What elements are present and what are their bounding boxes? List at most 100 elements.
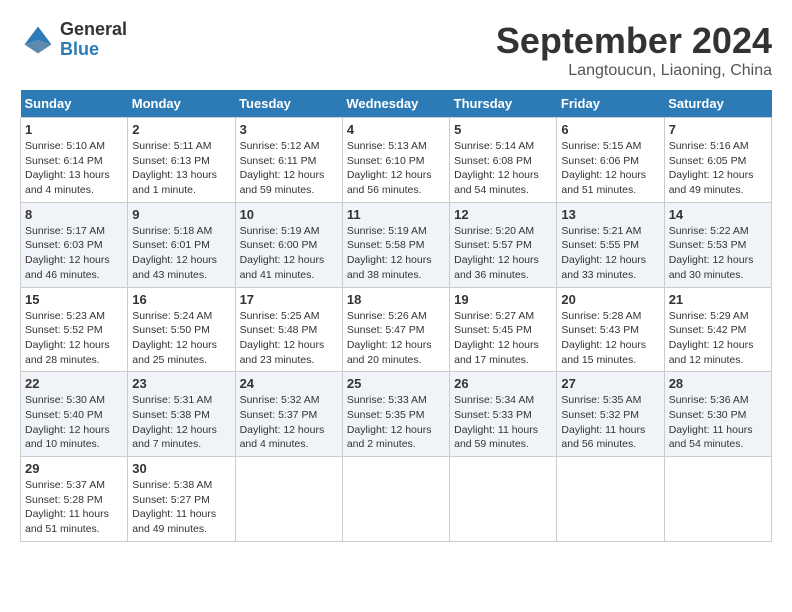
day-number: 26 bbox=[454, 376, 552, 391]
day-number: 30 bbox=[132, 461, 230, 476]
logo-blue-text: Blue bbox=[60, 40, 127, 60]
calendar-cell: 25 Sunrise: 5:33 AM Sunset: 5:35 PM Dayli… bbox=[342, 372, 449, 457]
day-number: 4 bbox=[347, 122, 445, 137]
logo-general-text: General bbox=[60, 20, 127, 40]
day-info: Sunrise: 5:28 AM Sunset: 5:43 PM Dayligh… bbox=[561, 309, 659, 368]
day-number: 20 bbox=[561, 292, 659, 307]
day-number: 7 bbox=[669, 122, 767, 137]
calendar-cell: 17 Sunrise: 5:25 AM Sunset: 5:48 PM Dayli… bbox=[235, 287, 342, 372]
day-number: 23 bbox=[132, 376, 230, 391]
day-info: Sunrise: 5:20 AM Sunset: 5:57 PM Dayligh… bbox=[454, 224, 552, 283]
title-block: September 2024 Langtoucun, Liaoning, Chi… bbox=[496, 20, 772, 80]
day-number: 24 bbox=[240, 376, 338, 391]
page-header: General Blue September 2024 Langtoucun, … bbox=[20, 20, 772, 80]
logo: General Blue bbox=[20, 20, 127, 60]
day-info: Sunrise: 5:23 AM Sunset: 5:52 PM Dayligh… bbox=[25, 309, 123, 368]
calendar-cell: 3 Sunrise: 5:12 AM Sunset: 6:11 PM Daylig… bbox=[235, 118, 342, 203]
logo-text: General Blue bbox=[60, 20, 127, 60]
calendar-cell bbox=[557, 457, 664, 542]
day-info: Sunrise: 5:33 AM Sunset: 5:35 PM Dayligh… bbox=[347, 393, 445, 452]
day-info: Sunrise: 5:16 AM Sunset: 6:05 PM Dayligh… bbox=[669, 139, 767, 198]
calendar-week-row: 8Sunrise: 5:17 AM Sunset: 6:03 PM Daylig… bbox=[21, 202, 772, 287]
calendar-cell: 8Sunrise: 5:17 AM Sunset: 6:03 PM Daylig… bbox=[21, 202, 128, 287]
day-number: 5 bbox=[454, 122, 552, 137]
day-number: 18 bbox=[347, 292, 445, 307]
calendar-cell: 16 Sunrise: 5:24 AM Sunset: 5:50 PM Dayli… bbox=[128, 287, 235, 372]
calendar-table: SundayMondayTuesdayWednesdayThursdayFrid… bbox=[20, 90, 772, 542]
day-number: 25 bbox=[347, 376, 445, 391]
weekday-header: Saturday bbox=[664, 90, 771, 118]
calendar-week-row: 1Sunrise: 5:10 AM Sunset: 6:14 PM Daylig… bbox=[21, 118, 772, 203]
day-info: Sunrise: 5:12 AM Sunset: 6:11 PM Dayligh… bbox=[240, 139, 338, 198]
day-number: 19 bbox=[454, 292, 552, 307]
day-info: Sunrise: 5:37 AM Sunset: 5:28 PM Dayligh… bbox=[25, 478, 123, 537]
day-number: 13 bbox=[561, 207, 659, 222]
day-number: 29 bbox=[25, 461, 123, 476]
day-number: 1 bbox=[25, 122, 123, 137]
calendar-cell: 27 Sunrise: 5:35 AM Sunset: 5:32 PM Dayli… bbox=[557, 372, 664, 457]
calendar-cell: 5 Sunrise: 5:14 AM Sunset: 6:08 PM Daylig… bbox=[450, 118, 557, 203]
day-info: Sunrise: 5:13 AM Sunset: 6:10 PM Dayligh… bbox=[347, 139, 445, 198]
weekday-header: Monday bbox=[128, 90, 235, 118]
calendar-cell: 11Sunrise: 5:19 AM Sunset: 5:58 PM Dayli… bbox=[342, 202, 449, 287]
calendar-cell: 14Sunrise: 5:22 AM Sunset: 5:53 PM Dayli… bbox=[664, 202, 771, 287]
day-number: 9 bbox=[132, 207, 230, 222]
day-number: 3 bbox=[240, 122, 338, 137]
calendar-cell: 30 Sunrise: 5:38 AM Sunset: 5:27 PM Dayli… bbox=[128, 457, 235, 542]
day-info: Sunrise: 5:27 AM Sunset: 5:45 PM Dayligh… bbox=[454, 309, 552, 368]
day-number: 22 bbox=[25, 376, 123, 391]
day-number: 2 bbox=[132, 122, 230, 137]
calendar-cell: 20 Sunrise: 5:28 AM Sunset: 5:43 PM Dayli… bbox=[557, 287, 664, 372]
calendar-cell: 1Sunrise: 5:10 AM Sunset: 6:14 PM Daylig… bbox=[21, 118, 128, 203]
calendar-cell: 21Sunrise: 5:29 AM Sunset: 5:42 PM Dayli… bbox=[664, 287, 771, 372]
day-info: Sunrise: 5:29 AM Sunset: 5:42 PM Dayligh… bbox=[669, 309, 767, 368]
day-info: Sunrise: 5:35 AM Sunset: 5:32 PM Dayligh… bbox=[561, 393, 659, 452]
calendar-cell bbox=[235, 457, 342, 542]
calendar-cell: 29 Sunrise: 5:37 AM Sunset: 5:28 PM Dayli… bbox=[21, 457, 128, 542]
day-number: 27 bbox=[561, 376, 659, 391]
day-info: Sunrise: 5:30 AM Sunset: 5:40 PM Dayligh… bbox=[25, 393, 123, 452]
day-info: Sunrise: 5:36 AM Sunset: 5:30 PM Dayligh… bbox=[669, 393, 767, 452]
calendar-cell: 26Sunrise: 5:34 AM Sunset: 5:33 PM Dayli… bbox=[450, 372, 557, 457]
day-number: 6 bbox=[561, 122, 659, 137]
weekday-header: Sunday bbox=[21, 90, 128, 118]
calendar-cell: 24Sunrise: 5:32 AM Sunset: 5:37 PM Dayli… bbox=[235, 372, 342, 457]
weekday-header: Friday bbox=[557, 90, 664, 118]
calendar-cell bbox=[664, 457, 771, 542]
day-info: Sunrise: 5:18 AM Sunset: 6:01 PM Dayligh… bbox=[132, 224, 230, 283]
day-info: Sunrise: 5:26 AM Sunset: 5:47 PM Dayligh… bbox=[347, 309, 445, 368]
day-info: Sunrise: 5:19 AM Sunset: 6:00 PM Dayligh… bbox=[240, 224, 338, 283]
day-number: 14 bbox=[669, 207, 767, 222]
day-info: Sunrise: 5:38 AM Sunset: 5:27 PM Dayligh… bbox=[132, 478, 230, 537]
day-number: 16 bbox=[132, 292, 230, 307]
calendar-week-row: 15 Sunrise: 5:23 AM Sunset: 5:52 PM Dayli… bbox=[21, 287, 772, 372]
day-number: 15 bbox=[25, 292, 123, 307]
calendar-cell: 4 Sunrise: 5:13 AM Sunset: 6:10 PM Daylig… bbox=[342, 118, 449, 203]
calendar-week-row: 29 Sunrise: 5:37 AM Sunset: 5:28 PM Dayli… bbox=[21, 457, 772, 542]
day-info: Sunrise: 5:31 AM Sunset: 5:38 PM Dayligh… bbox=[132, 393, 230, 452]
day-info: Sunrise: 5:21 AM Sunset: 5:55 PM Dayligh… bbox=[561, 224, 659, 283]
calendar-cell: 13 Sunrise: 5:21 AM Sunset: 5:55 PM Dayli… bbox=[557, 202, 664, 287]
calendar-header: SundayMondayTuesdayWednesdayThursdayFrid… bbox=[21, 90, 772, 118]
day-number: 28 bbox=[669, 376, 767, 391]
calendar-cell: 6Sunrise: 5:15 AM Sunset: 6:06 PM Daylig… bbox=[557, 118, 664, 203]
calendar-cell bbox=[450, 457, 557, 542]
day-number: 17 bbox=[240, 292, 338, 307]
day-number: 10 bbox=[240, 207, 338, 222]
weekday-header: Wednesday bbox=[342, 90, 449, 118]
day-number: 8 bbox=[25, 207, 123, 222]
calendar-cell: 2Sunrise: 5:11 AM Sunset: 6:13 PM Daylig… bbox=[128, 118, 235, 203]
calendar-cell: 23 Sunrise: 5:31 AM Sunset: 5:38 PM Dayli… bbox=[128, 372, 235, 457]
calendar-cell: 7 Sunrise: 5:16 AM Sunset: 6:05 PM Daylig… bbox=[664, 118, 771, 203]
calendar-cell bbox=[342, 457, 449, 542]
location-text: Langtoucun, Liaoning, China bbox=[496, 62, 772, 80]
day-info: Sunrise: 5:25 AM Sunset: 5:48 PM Dayligh… bbox=[240, 309, 338, 368]
day-info: Sunrise: 5:24 AM Sunset: 5:50 PM Dayligh… bbox=[132, 309, 230, 368]
calendar-cell: 15 Sunrise: 5:23 AM Sunset: 5:52 PM Dayli… bbox=[21, 287, 128, 372]
day-info: Sunrise: 5:14 AM Sunset: 6:08 PM Dayligh… bbox=[454, 139, 552, 198]
calendar-cell: 12 Sunrise: 5:20 AM Sunset: 5:57 PM Dayli… bbox=[450, 202, 557, 287]
logo-icon bbox=[20, 22, 56, 58]
calendar-cell: 28 Sunrise: 5:36 AM Sunset: 5:30 PM Dayli… bbox=[664, 372, 771, 457]
day-number: 11 bbox=[347, 207, 445, 222]
day-number: 12 bbox=[454, 207, 552, 222]
